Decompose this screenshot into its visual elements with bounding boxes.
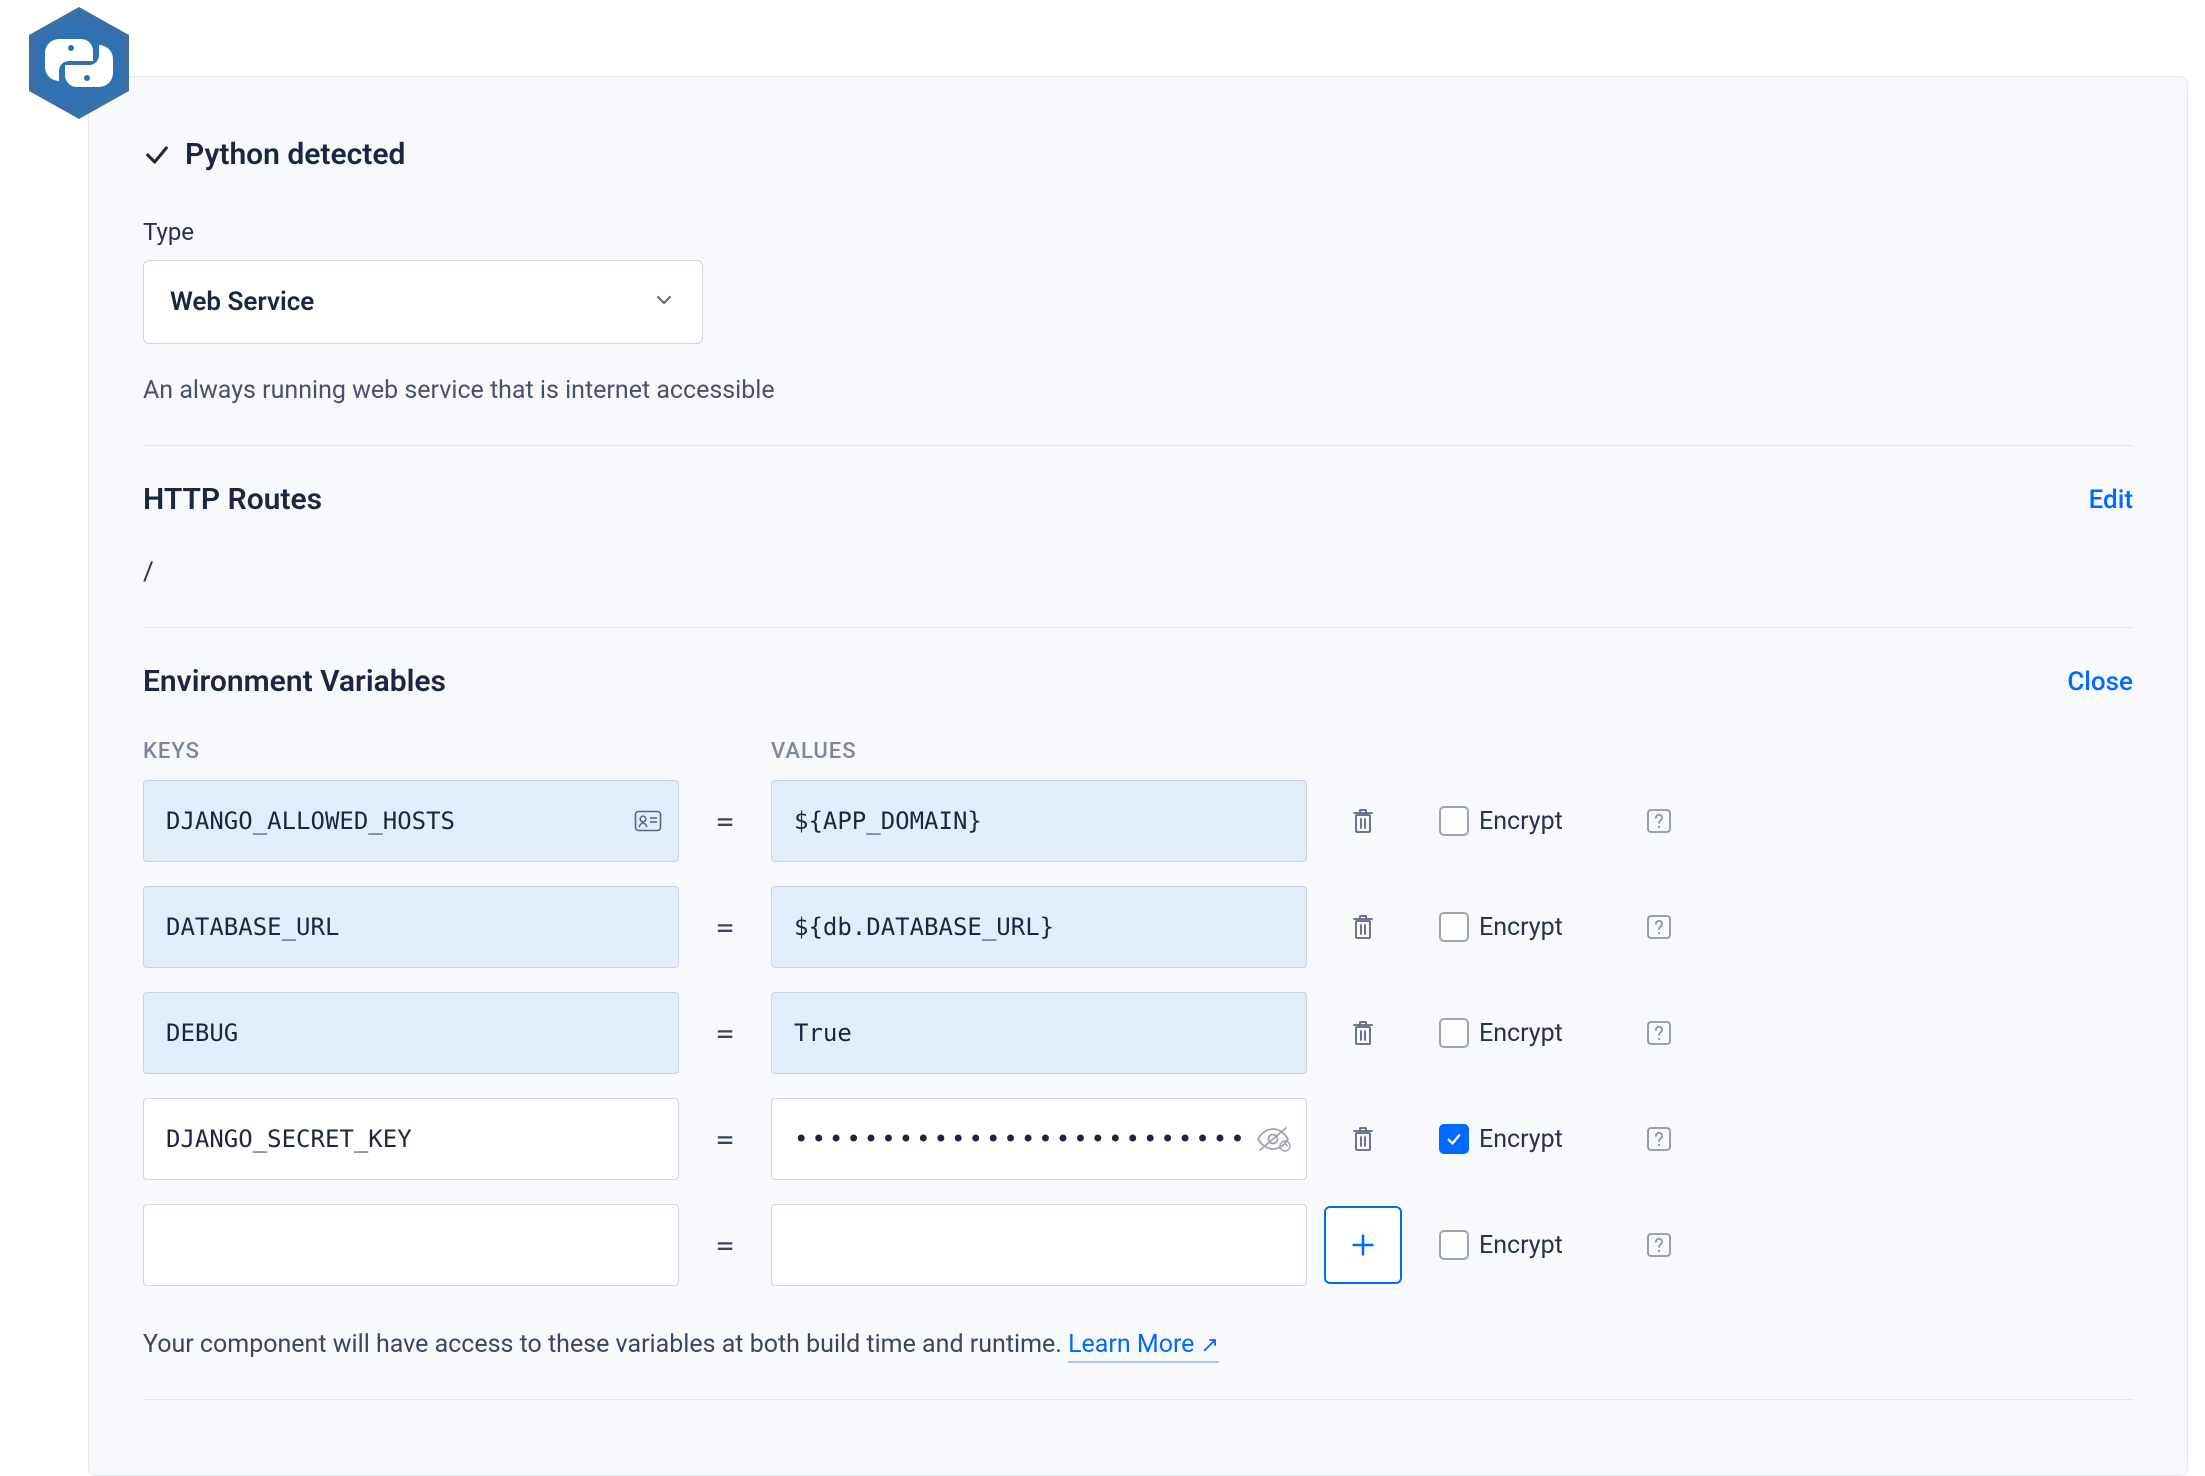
route-path: / xyxy=(143,557,2133,587)
env-value-input[interactable] xyxy=(771,780,1307,862)
type-select-value: Web Service xyxy=(170,287,314,317)
env-row: = Encrypt xyxy=(143,886,2133,968)
check-icon xyxy=(143,141,171,169)
env-key-input[interactable] xyxy=(143,992,679,1074)
env-row: = •••••••••••••••••••••••••• Encrypt xyxy=(143,1098,2133,1180)
help-icon[interactable] xyxy=(1646,1020,1672,1046)
encrypt-label: Encrypt xyxy=(1479,913,1629,942)
type-description: An always running web service that is in… xyxy=(143,376,2133,405)
detected-label: Python detected xyxy=(185,137,405,172)
encrypt-label: Encrypt xyxy=(1479,807,1629,836)
divider xyxy=(143,627,2133,628)
envvars-title: Environment Variables xyxy=(143,664,446,699)
masked-value: •••••••••••••••••••••••••• xyxy=(794,1125,1248,1153)
help-icon[interactable] xyxy=(1646,1126,1672,1152)
python-hex-logo xyxy=(29,7,129,119)
equals-sign: = xyxy=(679,1229,771,1262)
encrypt-label: Encrypt xyxy=(1479,1125,1629,1154)
eye-off-icon[interactable] xyxy=(1254,1124,1292,1154)
help-icon[interactable] xyxy=(1646,808,1672,834)
routes-edit-link[interactable]: Edit xyxy=(2089,485,2133,515)
env-row: = Encrypt xyxy=(143,1204,2133,1286)
env-value-input[interactable]: •••••••••••••••••••••••••• xyxy=(771,1098,1307,1180)
equals-sign: = xyxy=(679,1017,771,1050)
equals-sign: = xyxy=(679,911,771,944)
encrypt-label: Encrypt xyxy=(1479,1019,1629,1048)
encrypt-label: Encrypt xyxy=(1479,1231,1629,1260)
env-row: = Encrypt xyxy=(143,780,2133,862)
encrypt-checkbox[interactable] xyxy=(1439,912,1469,942)
env-value-input[interactable] xyxy=(771,886,1307,968)
help-icon[interactable] xyxy=(1646,914,1672,940)
divider xyxy=(143,1399,2133,1400)
encrypt-checkbox[interactable] xyxy=(1439,806,1469,836)
external-link-icon: ↗ xyxy=(1200,1333,1218,1358)
help-icon[interactable] xyxy=(1646,1232,1672,1258)
env-key-input[interactable] xyxy=(143,1098,679,1180)
divider xyxy=(143,445,2133,446)
routes-title: HTTP Routes xyxy=(143,482,322,517)
chevron-down-icon xyxy=(652,288,676,316)
type-select[interactable]: Web Service xyxy=(143,260,703,344)
env-value-input[interactable] xyxy=(771,1204,1307,1286)
trash-icon[interactable] xyxy=(1351,1125,1375,1153)
encrypt-checkbox[interactable] xyxy=(1439,1018,1469,1048)
type-label: Type xyxy=(143,218,2133,246)
contact-card-icon xyxy=(634,810,662,832)
env-key-input[interactable] xyxy=(143,886,679,968)
equals-sign: = xyxy=(679,805,771,838)
envvars-close-link[interactable]: Close xyxy=(2067,667,2133,697)
equals-sign: = xyxy=(679,1123,771,1156)
env-footer-note: Your component will have access to these… xyxy=(143,1330,2133,1359)
env-col-keys-label: KEYS xyxy=(143,739,679,764)
env-col-values-label: VALUES xyxy=(771,739,1307,764)
env-key-input[interactable] xyxy=(143,780,679,862)
app-config-panel: Python detected Type Web Service An alwa… xyxy=(88,76,2188,1476)
env-value-input[interactable] xyxy=(771,992,1307,1074)
env-learn-more-link[interactable]: Learn More↗ xyxy=(1068,1330,1219,1363)
encrypt-checkbox[interactable] xyxy=(1439,1230,1469,1260)
trash-icon[interactable] xyxy=(1351,1019,1375,1047)
encrypt-checkbox[interactable] xyxy=(1439,1124,1469,1154)
env-footer-text: Your component will have access to these… xyxy=(143,1330,1062,1359)
env-key-input[interactable] xyxy=(143,1204,679,1286)
trash-icon[interactable] xyxy=(1351,913,1375,941)
env-row: = Encrypt xyxy=(143,992,2133,1074)
add-env-row-button[interactable] xyxy=(1324,1206,1402,1284)
trash-icon[interactable] xyxy=(1351,807,1375,835)
